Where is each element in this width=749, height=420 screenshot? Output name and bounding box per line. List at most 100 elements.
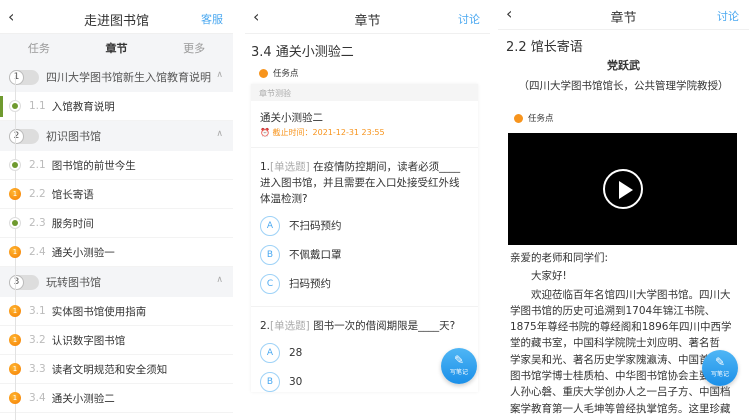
chevron-up-icon[interactable]: ∧ [216, 70, 223, 80]
author-role: （四川大学图书馆馆长，公共管理学院教授） [518, 80, 729, 92]
text-line: 学图书馆的历史可追溯到1704年锦江书院、 [510, 304, 716, 317]
question-number: 2. [260, 320, 271, 332]
list-item[interactable]: 2.1 图书馆的前世今生 [0, 151, 233, 180]
list-item[interactable]: 1 2.2 馆长寄语 [0, 180, 233, 209]
chapter-list-screen: ‹ 走进图书馆 客服 任务 章节 更多 1 四川大学图书馆新生入馆教育说明 ∧ 1.1… [0, 0, 233, 420]
text-line: 案学教育第一人毛坤等曾经执掌馆务。这里珍藏 [510, 402, 731, 415]
discuss-link[interactable]: 讨论 [458, 11, 480, 27]
item-number: 2.4 [29, 246, 46, 258]
item-label: 入馆教育说明 [51, 100, 115, 113]
quiz-title: 通关小测验二 [260, 112, 323, 124]
edit-icon: ✎ [453, 353, 465, 367]
item-label: 认识数字图书馆 [51, 334, 126, 347]
chevron-up-icon[interactable]: ∧ [216, 275, 223, 285]
chapter-label: 玩转图书馆 [46, 276, 101, 289]
tab-more[interactable]: 更多 [183, 40, 205, 56]
customer-service-link[interactable]: 客服 [201, 11, 223, 27]
chapter-content-screen: ‹ 章节 讨论 2.2 馆长寄语 党跃武 （四川大学图书馆馆长，公共管理学院教授… [498, 0, 749, 420]
page-title: 走进图书馆 [83, 14, 149, 29]
text-line: 亲爱的老师和同学们: [510, 252, 609, 264]
item-label: 读者文明规范和安全须知 [51, 363, 168, 376]
item-number: 3.2 [29, 334, 46, 346]
page-title: 章节 [610, 11, 637, 26]
article-text: 亲爱的老师和同学们: 大家好! 欢迎莅临百年名馆四川大学图书馆。四川大 学图书馆的… [498, 250, 749, 417]
question-text: 图书一次的借阅期限是____天? [313, 320, 456, 332]
play-icon[interactable] [602, 169, 643, 209]
item-number: 3.4 [29, 392, 46, 404]
task-label: 任务点 [528, 114, 554, 124]
write-note-button[interactable]: ✎ 写笔记 [441, 348, 477, 384]
chevron-up-icon[interactable]: ∧ [216, 129, 223, 139]
answer-option[interactable]: C 扫码预约 [260, 274, 478, 294]
chapter-toggle[interactable]: 1 [9, 69, 39, 85]
question-type: [单选题] [270, 161, 310, 173]
list-item[interactable]: 1 3.4 通关小测验二 [0, 384, 233, 413]
item-label: 通关小测验一 [51, 246, 115, 259]
item-number: 1.1 [29, 100, 46, 112]
tab-tasks[interactable]: 任务 [28, 40, 50, 56]
pending-task-icon: 1 [9, 334, 21, 346]
chapter-section[interactable]: 3 玩转图书馆 ∧ [0, 267, 233, 297]
video-player[interactable] [508, 133, 737, 245]
deadline: ⏰ 截止时间：2021-12-31 23:55 [260, 128, 385, 137]
quiz-screen: ‹ 章节 讨论 3.4 通关小测验二 任务点 章节测验 通关小测验二 ⏰ 截止时… [245, 0, 490, 420]
quiz-info[interactable]: 通关小测验二 ⏰ 截止时间：2021-12-31 23:55 [251, 101, 478, 148]
answer-option[interactable]: B 不佩戴口罩 [260, 245, 478, 265]
option-key: C [260, 274, 280, 294]
option-text: 扫码预约 [289, 278, 331, 290]
list-item[interactable]: 1 3.1 实体图书馆使用指南 [0, 297, 233, 326]
chapter-section[interactable]: 1 四川大学图书馆新生入馆教育说明 ∧ [0, 62, 233, 92]
author-name: 党跃武 [607, 59, 640, 72]
header: ‹ 章节 讨论 [498, 0, 749, 30]
chapter-toggle[interactable]: 3 [9, 274, 39, 290]
pending-task-icon: 1 [9, 392, 21, 404]
edit-icon: ✎ [714, 355, 726, 369]
answer-option[interactable]: A 不扫码预约 [260, 216, 478, 236]
text-line: 欢迎莅临百年名馆四川大学图书馆。四川大 [510, 288, 731, 301]
list-item[interactable]: 1 3.3 读者文明规范和安全须知 [0, 355, 233, 384]
chapter-toggle[interactable]: 2 [9, 128, 39, 144]
option-text: 30 [289, 376, 303, 388]
pending-task-icon: 1 [9, 363, 21, 375]
chapter-section[interactable]: 2 初识图书馆 ∧ [0, 121, 233, 151]
question-type: [单选题] [270, 320, 310, 332]
quiz-card: 章节测验 通关小测验二 ⏰ 截止时间：2021-12-31 23:55 1.[单… [251, 84, 478, 392]
text-line: 1875年尊经书院的尊经阁和1896年四川中西学 [510, 321, 732, 334]
list-item[interactable]: 1 3.2 认识数字图书馆 [0, 326, 233, 355]
chapter-number: 1 [9, 69, 24, 85]
question-number: 1. [260, 161, 271, 173]
option-key: B [260, 245, 280, 265]
chapter-number: 3 [9, 274, 24, 290]
discuss-link[interactable]: 讨论 [717, 8, 739, 24]
tab-bar: 任务 章节 更多 [0, 34, 233, 62]
option-text: 不佩戴口罩 [289, 249, 342, 261]
tab-chapters[interactable]: 章节 [105, 40, 127, 56]
answer-option[interactable]: A 28 [260, 343, 469, 363]
fab-label: 写笔记 [710, 371, 729, 378]
deadline-text: 截止时间：2021-12-31 23:55 [272, 128, 385, 137]
write-note-button[interactable]: ✎ 写笔记 [702, 350, 738, 386]
task-dot-icon [514, 113, 523, 123]
header: ‹ 走进图书馆 客服 [0, 0, 233, 34]
item-label: 馆长寄语 [51, 188, 94, 201]
list-item[interactable]: 1 2.4 通关小测验一 [0, 238, 233, 267]
list-item[interactable]: 1.1 入馆教育说明 [0, 92, 233, 121]
chapter-heading: 3.4 通关小测验二 [251, 45, 354, 60]
text-line: 堂的藏书室，中国科学院院士刘应明、著名哲 [510, 337, 720, 350]
answer-option[interactable]: B 30 [260, 372, 469, 392]
option-key: A [260, 343, 280, 363]
chapter-number: 2 [9, 128, 24, 144]
option-text: 28 [289, 347, 303, 359]
item-number: 3.1 [29, 305, 46, 317]
chapter-label: 四川大学图书馆新生入馆教育说明 [46, 71, 211, 84]
chapter-label: 初识图书馆 [46, 130, 101, 143]
completed-icon [9, 159, 21, 171]
list-item[interactable]: 2.3 服务时间 [0, 209, 233, 238]
item-label: 服务时间 [51, 217, 94, 230]
option-key: A [260, 216, 280, 236]
page-title: 章节 [354, 14, 381, 29]
header: ‹ 章节 讨论 [245, 0, 490, 34]
card-header: 章节测验 [251, 84, 478, 101]
task-point: 任务点 [259, 67, 490, 79]
option-text: 不扫码预约 [289, 220, 342, 232]
